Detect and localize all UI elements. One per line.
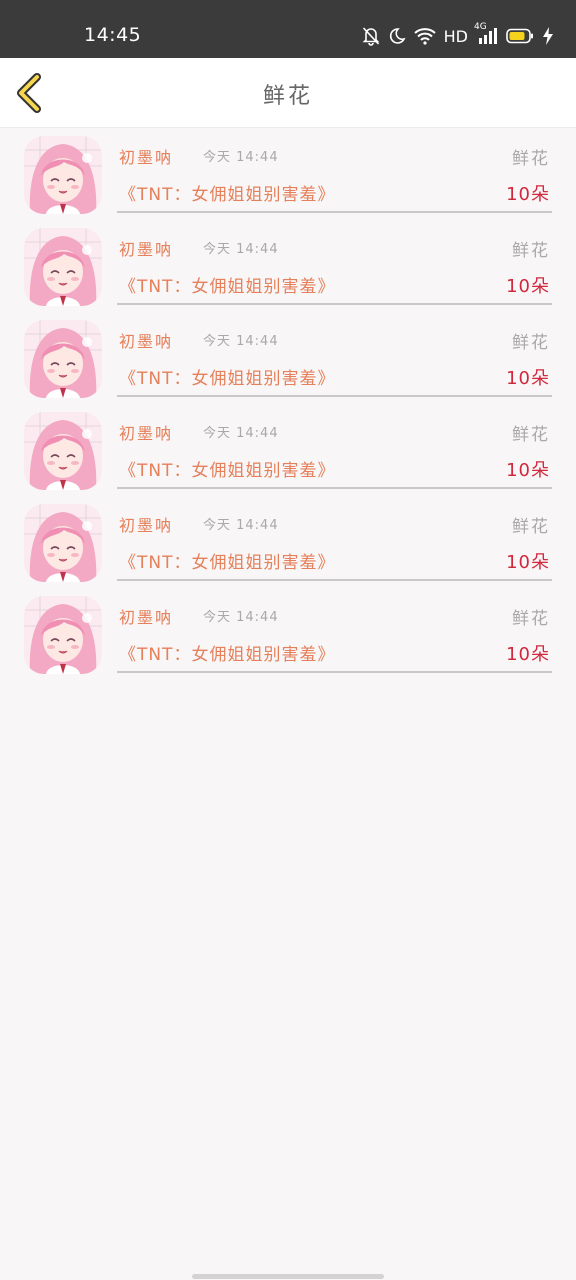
- hd-indicator: HD: [443, 26, 468, 46]
- row-divider: [117, 303, 552, 305]
- user-name[interactable]: 初墨呐: [119, 604, 173, 628]
- timestamp: 今天 14:44: [203, 518, 279, 533]
- user-name[interactable]: 初墨呐: [119, 328, 173, 352]
- timestamp: 今天 14:44: [203, 150, 279, 165]
- user-name[interactable]: 初墨呐: [119, 512, 173, 536]
- user-name[interactable]: 初墨呐: [119, 236, 173, 260]
- page-title: 鲜花: [262, 84, 313, 109]
- home-indicator[interactable]: [192, 1274, 384, 1279]
- book-title[interactable]: 《TNT：女佣姐姐别害羞》: [119, 272, 336, 297]
- timestamp: 今天 14:44: [203, 242, 279, 257]
- charging-icon: [542, 27, 554, 45]
- row-divider: [117, 579, 552, 581]
- row-divider: [117, 671, 552, 673]
- book-title[interactable]: 《TNT：女佣姐姐别害羞》: [119, 548, 336, 573]
- gift-type: 鲜花: [512, 609, 550, 629]
- timestamp: 今天 14:44: [203, 334, 279, 349]
- user-name[interactable]: 初墨呐: [119, 420, 173, 444]
- book-title[interactable]: 《TNT：女佣姐姐别害羞》: [119, 364, 336, 389]
- book-title[interactable]: 《TNT：女佣姐姐别害羞》: [119, 180, 336, 205]
- status-bar: 14:45 HD 4G: [0, 0, 576, 58]
- signal-icon: 4G: [474, 23, 498, 45]
- gift-type: 鲜花: [512, 333, 550, 353]
- list-item[interactable]: 初墨呐 今天 14:44 鲜花 《TNT：女佣姐姐别害羞》 10朵: [0, 314, 576, 406]
- avatar[interactable]: [24, 228, 102, 306]
- gift-amount: 10朵: [506, 644, 550, 665]
- avatar[interactable]: [24, 504, 102, 582]
- avatar[interactable]: [24, 320, 102, 398]
- timestamp: 今天 14:44: [203, 426, 279, 441]
- list-item[interactable]: 初墨呐 今天 14:44 鲜花 《TNT：女佣姐姐别害羞》 10朵: [0, 406, 576, 498]
- avatar[interactable]: [24, 412, 102, 490]
- mute-bell-icon: [362, 26, 380, 46]
- timestamp: 今天 14:44: [203, 610, 279, 625]
- wifi-icon: [413, 27, 436, 45]
- row-divider: [117, 395, 552, 397]
- status-icons: HD 4G: [362, 23, 554, 48]
- battery-icon: [506, 28, 534, 44]
- row-divider: [117, 487, 552, 489]
- avatar[interactable]: [24, 596, 102, 674]
- gift-amount: 10朵: [506, 460, 550, 481]
- gift-amount: 10朵: [506, 368, 550, 389]
- book-title[interactable]: 《TNT：女佣姐姐别害羞》: [119, 640, 336, 665]
- list-item[interactable]: 初墨呐 今天 14:44 鲜花 《TNT：女佣姐姐别害羞》 10朵: [0, 590, 576, 682]
- gift-type: 鲜花: [512, 425, 550, 445]
- list-item[interactable]: 初墨呐 今天 14:44 鲜花 《TNT：女佣姐姐别害羞》 10朵: [0, 498, 576, 590]
- network-label: 4G: [474, 22, 487, 32]
- gift-type: 鲜花: [512, 517, 550, 537]
- list-item[interactable]: 初墨呐 今天 14:44 鲜花 《TNT：女佣姐姐别害羞》 10朵: [0, 130, 576, 222]
- gift-amount: 10朵: [506, 184, 550, 205]
- gift-type: 鲜花: [512, 241, 550, 261]
- user-name[interactable]: 初墨呐: [119, 144, 173, 168]
- gift-amount: 10朵: [506, 276, 550, 297]
- row-divider: [117, 211, 552, 213]
- header: 鲜花: [0, 58, 576, 128]
- book-title[interactable]: 《TNT：女佣姐姐别害羞》: [119, 456, 336, 481]
- gift-type: 鲜花: [512, 149, 550, 169]
- gift-record-list: 初墨呐 今天 14:44 鲜花 《TNT：女佣姐姐别害羞》 10朵 初墨呐 今天…: [0, 130, 576, 682]
- list-item[interactable]: 初墨呐 今天 14:44 鲜花 《TNT：女佣姐姐别害羞》 10朵: [0, 222, 576, 314]
- moon-icon: [388, 27, 406, 45]
- gift-amount: 10朵: [506, 552, 550, 573]
- avatar[interactable]: [24, 136, 102, 214]
- status-time: 14:45: [84, 24, 142, 46]
